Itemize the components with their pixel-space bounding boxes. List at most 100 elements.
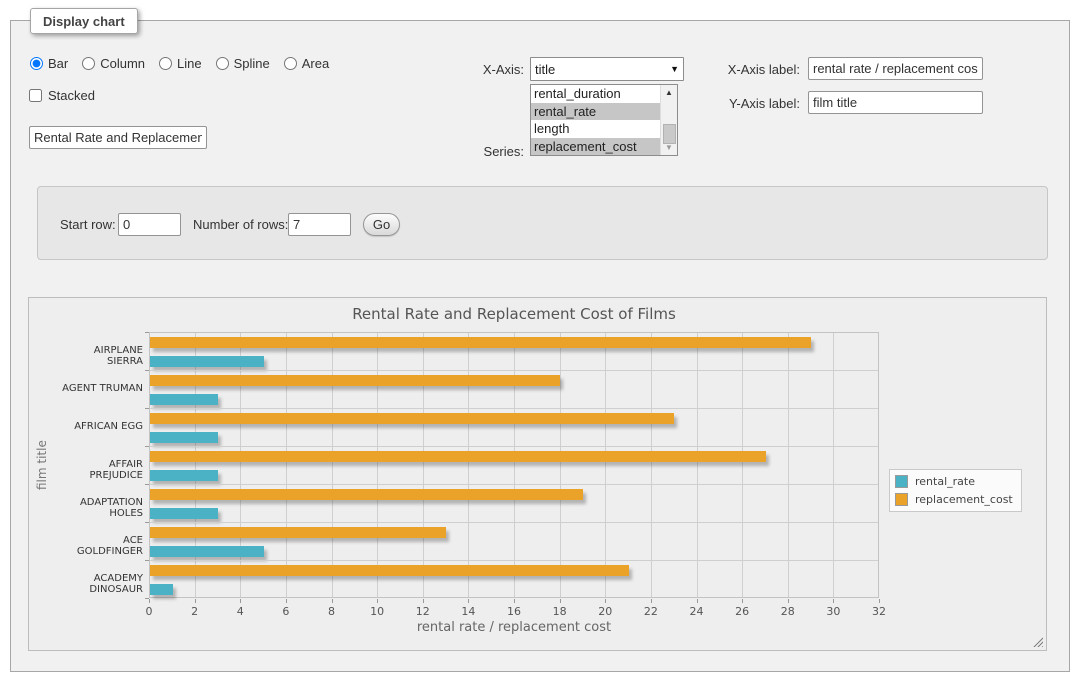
y-axis-label-field-label: Y-Axis label:	[716, 96, 800, 111]
resize-handle-icon[interactable]	[1031, 635, 1043, 647]
bar-rental_rate	[150, 356, 264, 367]
x-axis-tick	[879, 599, 880, 603]
gridline	[697, 333, 698, 597]
gridline	[195, 333, 196, 597]
chart-type-radio-group: BarColumnLineSplineArea	[30, 56, 329, 71]
y-axis-label-input[interactable]	[808, 91, 983, 114]
gridline	[514, 333, 515, 597]
chart-type-option-bar: Bar	[30, 56, 68, 71]
y-axis-tick	[145, 560, 149, 561]
legend-swatch-icon	[895, 493, 908, 506]
x-axis-tick	[195, 599, 196, 603]
number-of-rows-label: Number of rows:	[193, 217, 288, 232]
stacked-checkbox[interactable]	[29, 89, 42, 102]
x-axis-tick	[514, 599, 515, 603]
gridline	[286, 333, 287, 597]
legend-item-replacement_cost: replacement_cost	[895, 493, 1013, 506]
chart-type-radio-bar[interactable]	[30, 57, 43, 70]
gridline	[423, 333, 424, 597]
x-axis-tick-label: 30	[826, 605, 840, 618]
x-axis-tick-label: 32	[872, 605, 886, 618]
x-axis-tick-label: 0	[146, 605, 153, 618]
chart-container: Rental Rate and Replacement Cost of Film…	[28, 297, 1047, 651]
x-axis-label-input[interactable]	[808, 57, 983, 80]
gridline	[651, 333, 652, 597]
x-axis-label-field-label: X-Axis label:	[716, 62, 800, 77]
gridline	[468, 333, 469, 597]
gridline	[240, 333, 241, 597]
series-listbox[interactable]: rental_durationrental_ratelengthreplacem…	[530, 84, 678, 156]
bar-rental_rate	[150, 546, 264, 557]
x-axis-tick-label: 16	[507, 605, 521, 618]
bar-rental_rate	[150, 394, 218, 405]
gridline	[605, 333, 606, 597]
chart-type-radio-area[interactable]	[284, 57, 297, 70]
category-label: AFRICAN EGG	[55, 421, 143, 432]
chart-x-axis-title: rental rate / replacement cost	[149, 620, 879, 635]
start-row-label: Start row:	[60, 217, 116, 232]
bar-replacement_cost	[150, 565, 629, 576]
x-axis-tick-label: 10	[370, 605, 384, 618]
bar-rental_rate	[150, 508, 218, 519]
chart-type-radio-column[interactable]	[82, 57, 95, 70]
bar-rental_rate	[150, 432, 218, 443]
gridline	[377, 333, 378, 597]
chart-type-option-spline: Spline	[216, 56, 270, 71]
x-axis-tick	[149, 599, 150, 603]
chart-title-input[interactable]	[29, 126, 207, 149]
legend-item-rental_rate: rental_rate	[895, 475, 1013, 488]
chart-type-option-line: Line	[159, 56, 202, 71]
x-axis-tick-label: 4	[237, 605, 244, 618]
scroll-up-icon[interactable]: ▲	[661, 85, 677, 100]
legend-label: replacement_cost	[915, 493, 1013, 506]
legend-label: rental_rate	[915, 475, 975, 488]
series-option-length[interactable]: length	[531, 120, 662, 138]
gridline	[742, 333, 743, 597]
bar-replacement_cost	[150, 451, 766, 462]
bar-replacement_cost	[150, 413, 674, 424]
chart-type-radio-label: Bar	[48, 56, 68, 71]
chart-type-radio-spline[interactable]	[216, 57, 229, 70]
go-button[interactable]: Go	[363, 213, 400, 236]
start-row-input[interactable]	[118, 213, 181, 236]
chart-legend: rental_rate replacement_cost	[889, 469, 1022, 512]
chart-y-axis-title: film title	[31, 332, 53, 598]
x-axis-tick-label: 2	[191, 605, 198, 618]
legend-swatch-icon	[895, 475, 908, 488]
chart-type-radio-line[interactable]	[159, 57, 172, 70]
gridline	[833, 333, 834, 597]
chart-type-radio-label: Column	[100, 56, 145, 71]
stacked-label: Stacked	[48, 88, 95, 103]
listbox-scrollbar[interactable]: ▲ ▼	[660, 85, 677, 155]
x-axis-tick-label: 28	[781, 605, 795, 618]
gridline	[150, 408, 878, 409]
scroll-down-icon[interactable]: ▼	[661, 140, 677, 155]
x-axis-select[interactable]: title ▼	[530, 57, 684, 81]
series-option-replacement_cost[interactable]: replacement_cost	[531, 138, 662, 156]
bar-replacement_cost	[150, 489, 583, 500]
series-option-rental_rate[interactable]: rental_rate	[531, 103, 662, 121]
number-of-rows-input[interactable]	[288, 213, 351, 236]
chart-title: Rental Rate and Replacement Cost of Film…	[149, 305, 879, 323]
y-axis-tick	[145, 370, 149, 371]
x-axis-tick-label: 26	[735, 605, 749, 618]
x-axis-tick	[651, 599, 652, 603]
x-axis-select-value: title	[535, 62, 555, 77]
category-label: ACADEMY DINOSAUR	[55, 573, 143, 595]
x-axis-tick	[377, 599, 378, 603]
x-axis-tick-label: 18	[553, 605, 567, 618]
y-axis-tick	[145, 598, 149, 599]
chart-type-radio-label: Spline	[234, 56, 270, 71]
x-axis-tick	[788, 599, 789, 603]
x-axis-tick-label: 8	[328, 605, 335, 618]
bar-replacement_cost	[150, 337, 811, 348]
gridline	[788, 333, 789, 597]
category-label: AFFAIR PREJUDICE	[55, 459, 143, 481]
x-axis-tick	[240, 599, 241, 603]
x-axis-tick	[833, 599, 834, 603]
series-option-rental_duration[interactable]: rental_duration	[531, 85, 662, 103]
gridline	[150, 522, 878, 523]
rows-panel	[37, 186, 1048, 260]
category-label: AIRPLANE SIERRA	[55, 345, 143, 367]
series-options: rental_durationrental_ratelengthreplacem…	[531, 85, 677, 155]
